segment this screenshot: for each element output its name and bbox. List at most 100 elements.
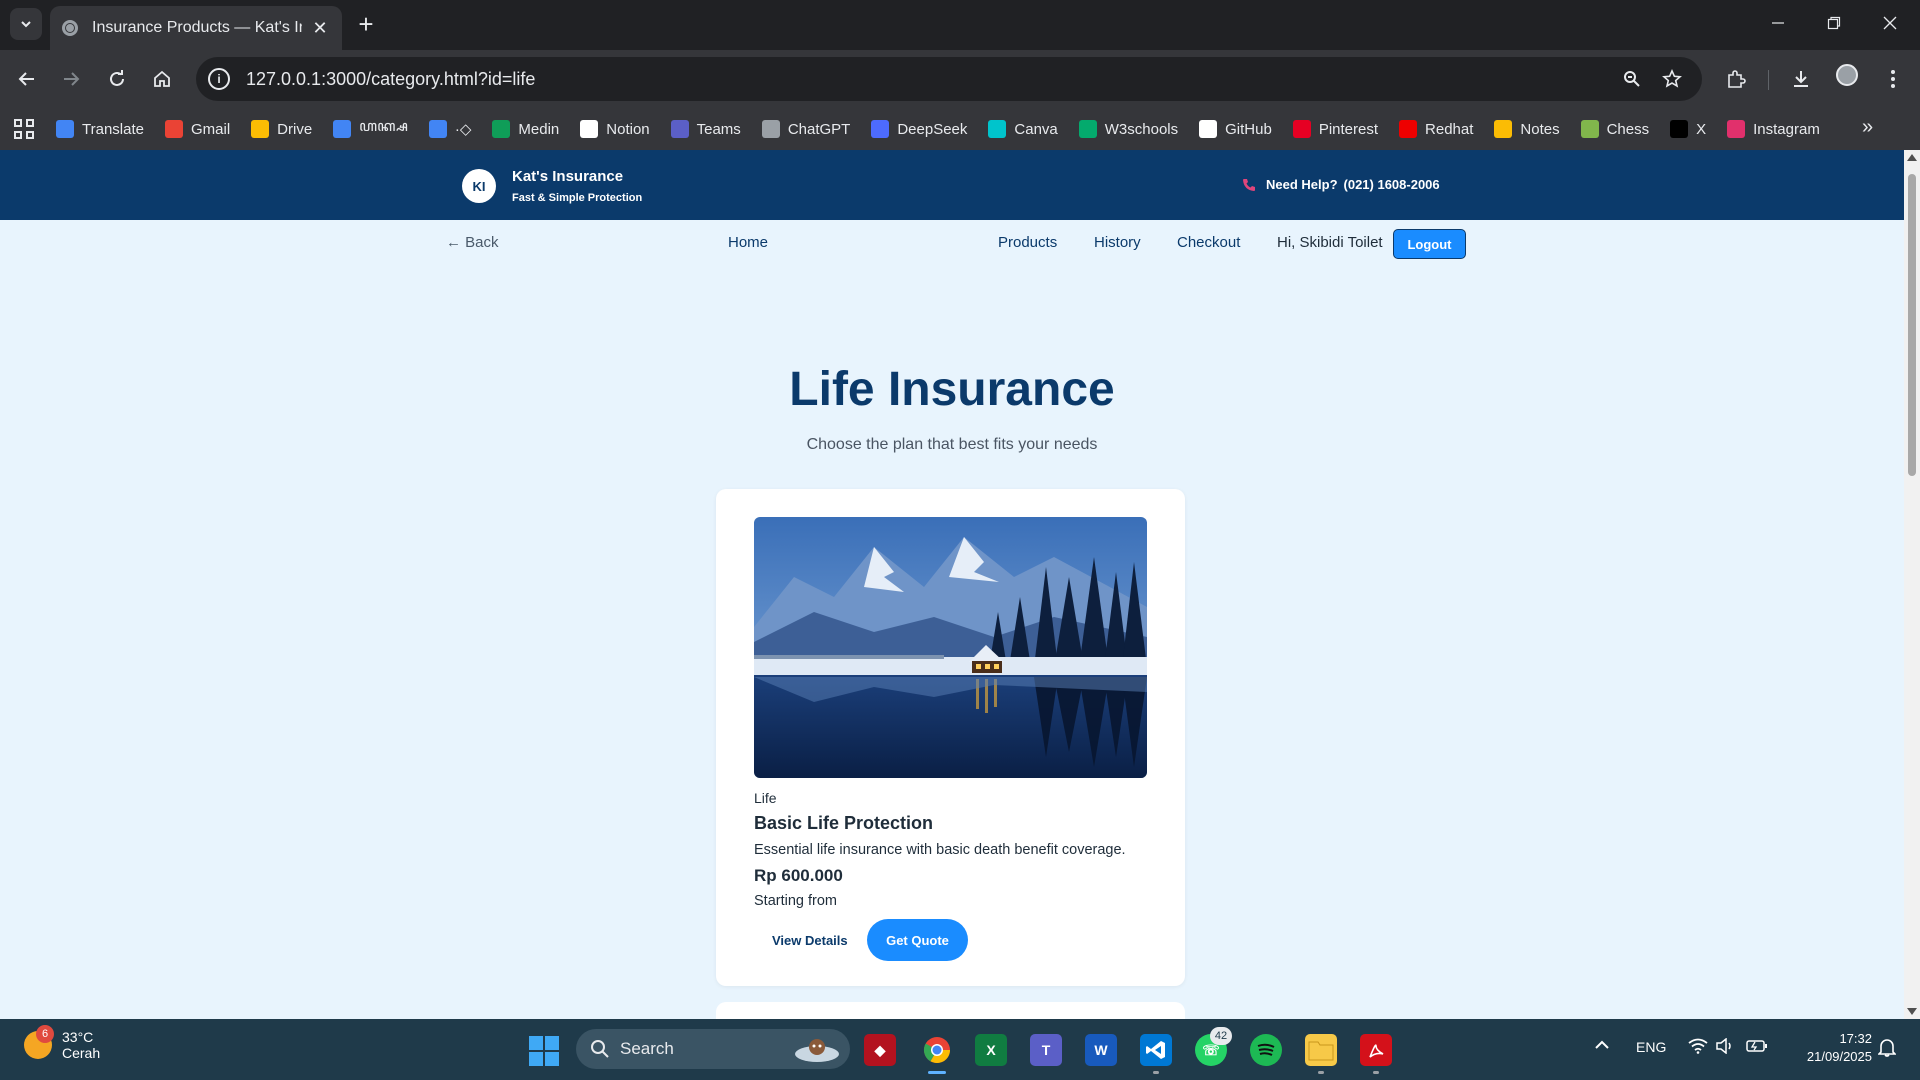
- zoom-button[interactable]: [1616, 63, 1648, 95]
- whatsapp-badge: 42: [1210, 1027, 1232, 1045]
- user-greeting: Hi, Skibidi Toilet: [1277, 234, 1383, 251]
- bookmark-label: Redhat: [1425, 120, 1474, 138]
- arrow-left-icon: [18, 72, 34, 86]
- bookmark-item[interactable]: Gmail: [164, 120, 231, 138]
- acrobat-running-indicator: [1373, 1071, 1379, 1074]
- taskbar-spotify-icon[interactable]: [1250, 1034, 1282, 1066]
- bookmark-item[interactable]: ꦲꦏ꧀ꦱ: [333, 114, 408, 145]
- scroll-up-icon[interactable]: [1907, 154, 1917, 161]
- close-window-button[interactable]: [1862, 0, 1918, 46]
- get-quote-button[interactable]: Get Quote: [867, 919, 968, 961]
- scroll-down-icon[interactable]: [1907, 1008, 1917, 1015]
- bookmark-item[interactable]: W3schools: [1078, 120, 1178, 138]
- bookmark-item[interactable]: ·◇: [428, 120, 471, 138]
- downloads-button[interactable]: [1785, 63, 1817, 95]
- restore-icon: [1827, 16, 1841, 30]
- bookmark-label: X: [1696, 120, 1707, 138]
- taskbar-teams-icon[interactable]: T: [1030, 1034, 1062, 1066]
- bookmark-item[interactable]: Drive: [251, 120, 312, 138]
- bookmark-item[interactable]: Chess: [1580, 120, 1649, 138]
- logout-button[interactable]: Logout: [1393, 229, 1466, 259]
- scrollbar-thumb[interactable]: [1908, 174, 1916, 476]
- reload-icon: [110, 70, 124, 86]
- chevron-double-right-icon[interactable]: »: [1862, 116, 1873, 139]
- bookmark-label: ꦲꦏ꧀ꦱ: [359, 117, 408, 135]
- home-button[interactable]: [146, 63, 178, 95]
- extensions-button[interactable]: [1720, 63, 1752, 95]
- site-logo[interactable]: KI: [462, 169, 496, 203]
- bookmark-item[interactable]: Pinterest: [1292, 120, 1378, 138]
- notification-bell-icon[interactable]: [1877, 1037, 1897, 1060]
- taskbar-search[interactable]: Search: [576, 1029, 850, 1069]
- wifi-icon[interactable]: [1688, 1038, 1708, 1057]
- site-info-icon[interactable]: i: [208, 68, 230, 90]
- reload-button[interactable]: [101, 63, 133, 95]
- chevron-up-icon: [1595, 1040, 1609, 1049]
- bookmark-item[interactable]: DeepSeek: [871, 120, 967, 138]
- close-icon: [1883, 16, 1897, 30]
- bookmark-label: ChatGPT: [787, 120, 851, 138]
- bookmark-item[interactable]: Teams: [670, 120, 741, 138]
- back-link[interactable]: ← Back: [446, 234, 499, 251]
- taskbar-vscode-icon[interactable]: [1140, 1034, 1172, 1066]
- browser-tab-active[interactable]: Insurance Products — Kat's Insu ✕: [50, 6, 342, 50]
- nav-home[interactable]: Home: [728, 234, 768, 251]
- tab-search-button[interactable]: [10, 8, 42, 40]
- explorer-running-indicator: [1318, 1071, 1324, 1074]
- bookmark-item[interactable]: Notion: [580, 120, 650, 138]
- tray-overflow-icon[interactable]: [1594, 1037, 1610, 1056]
- apps-grid-icon[interactable]: [14, 119, 34, 139]
- page-title: Life Insurance: [789, 363, 1115, 416]
- taskbar-excel-icon[interactable]: X: [975, 1034, 1007, 1066]
- bookmark-label: Canva: [1014, 120, 1058, 138]
- new-tab-button[interactable]: +: [354, 10, 378, 38]
- globe-icon: [62, 20, 78, 36]
- help-contact: Need Help? (021) 1608-2006: [1242, 177, 1440, 192]
- bookmark-item[interactable]: ChatGPT: [761, 120, 851, 138]
- home-icon: [154, 70, 170, 87]
- weather-widget[interactable]: 6 33°C Cerah: [24, 1025, 100, 1061]
- language-indicator[interactable]: ENG: [1636, 1039, 1666, 1055]
- deepseek-icon: [871, 120, 890, 138]
- view-details-button[interactable]: View Details: [772, 919, 848, 961]
- chess-icon: [1580, 120, 1599, 138]
- taskbar-app-redapp-icon[interactable]: ◆: [864, 1034, 896, 1066]
- bookmark-item[interactable]: Redhat: [1399, 120, 1473, 138]
- nav-products[interactable]: Products: [998, 234, 1057, 251]
- address-bar[interactable]: i 127.0.0.1:3000/category.html?id=life: [196, 57, 1702, 101]
- github-icon: [1199, 120, 1218, 138]
- taskbar-word-icon[interactable]: W: [1085, 1034, 1117, 1066]
- bookmark-label: DeepSeek: [897, 120, 968, 138]
- back-nav-button[interactable]: [11, 63, 43, 95]
- bookmark-item[interactable]: Translate: [56, 120, 144, 138]
- page-scrollbar[interactable]: [1904, 150, 1920, 1019]
- nav-checkout[interactable]: Checkout: [1177, 234, 1240, 251]
- system-clock[interactable]: 17:32 21/09/2025: [1782, 1030, 1872, 1066]
- bookmark-label: Gmail: [190, 120, 231, 138]
- bookmark-item[interactable]: Medin: [492, 120, 559, 138]
- bookmark-star-button[interactable]: [1656, 63, 1688, 95]
- taskbar-chrome-icon[interactable]: [921, 1034, 953, 1066]
- price-note: Starting from: [754, 893, 837, 909]
- profile-avatar[interactable]: [1836, 64, 1858, 86]
- bookmark-item[interactable]: Canva: [988, 120, 1058, 138]
- tab-close-icon[interactable]: ✕: [310, 18, 330, 39]
- minimize-button[interactable]: [1750, 0, 1806, 46]
- help-phone[interactable]: (021) 1608-2006: [1344, 177, 1440, 192]
- browser-tab-strip: Insurance Products — Kat's Insu ✕ +: [0, 0, 1920, 50]
- taskbar-acrobat-icon[interactable]: [1360, 1034, 1392, 1066]
- bookmark-item[interactable]: GitHub: [1199, 120, 1272, 138]
- taskbar-file-explorer-icon[interactable]: [1305, 1034, 1337, 1066]
- bookmark-item[interactable]: Notes: [1494, 120, 1560, 138]
- bookmark-item[interactable]: Instagram: [1727, 120, 1820, 138]
- bookmark-item[interactable]: X: [1670, 120, 1706, 138]
- star-icon: [1662, 69, 1682, 88]
- forward-nav-button[interactable]: [55, 63, 87, 95]
- windows-start-icon[interactable]: [529, 1036, 559, 1066]
- nav-history[interactable]: History: [1094, 234, 1141, 251]
- x-icon: [1670, 120, 1689, 138]
- battery-icon[interactable]: [1746, 1039, 1768, 1056]
- browser-menu-button[interactable]: [1877, 63, 1909, 95]
- volume-icon[interactable]: [1716, 1037, 1734, 1057]
- restore-button[interactable]: [1806, 0, 1862, 46]
